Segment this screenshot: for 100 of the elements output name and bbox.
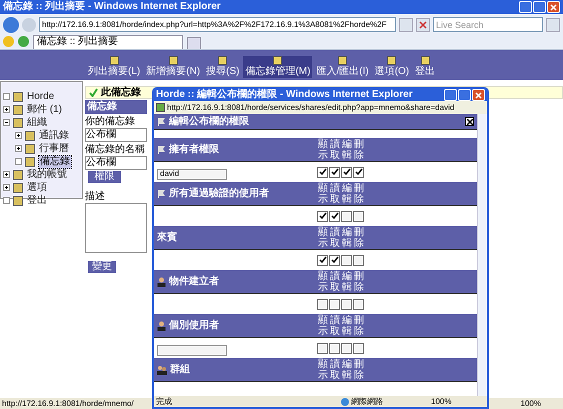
user-field[interactable] <box>157 344 227 356</box>
field-label: 描述 <box>85 191 106 203</box>
dialog-heading: 編輯公布欄的權限 <box>169 116 249 128</box>
text-field[interactable]: 公布欄 <box>85 128 147 142</box>
column-label: 顯示 <box>318 226 328 248</box>
text-field[interactable]: 公布欄 <box>85 156 147 170</box>
maximize-button[interactable] <box>533 1 546 13</box>
user-icon <box>157 320 166 330</box>
column-label: 讀取 <box>330 314 340 336</box>
address-field[interactable]: http://172.16.9.1:8081/horde/index.php?url=http%3A%2F%2F172.16.9.1%3A8081%2Fhorde%2F <box>39 17 396 32</box>
scrollbar[interactable] <box>477 114 487 396</box>
toolbar-item[interactable]: 列出摘要(L) <box>86 56 142 78</box>
tree-item[interactable]: 郵件 (1) <box>26 104 63 116</box>
checkbox[interactable] <box>353 254 364 266</box>
checkbox[interactable] <box>341 210 352 222</box>
note-icon <box>110 56 119 65</box>
checkbox[interactable] <box>329 342 340 354</box>
permissions-button[interactable]: 權限 <box>88 171 121 183</box>
toolbar-item[interactable]: 新增摘要(N) <box>144 56 202 78</box>
close-icon <box>466 118 472 124</box>
tree-item[interactable]: 行事曆 <box>38 142 70 154</box>
toolbar-item[interactable]: 備忘錄管理(M) <box>243 56 312 78</box>
minimize-button[interactable] <box>519 1 532 13</box>
column-label: 刪除 <box>354 270 364 292</box>
checkbox[interactable] <box>317 254 328 266</box>
popup-close-icon <box>475 92 482 98</box>
page-icon <box>156 103 165 112</box>
minimize-button[interactable] <box>444 89 457 101</box>
checkbox[interactable] <box>317 342 328 354</box>
zoom-level[interactable]: 100% <box>431 396 452 406</box>
tree-item[interactable]: Horde <box>26 90 56 102</box>
checkbox[interactable] <box>341 298 352 310</box>
section-title: 來賓 <box>157 232 177 244</box>
field-label: 備忘錄的名稱 <box>85 144 146 156</box>
toolbar-item[interactable]: 登出 <box>413 56 438 78</box>
user-field[interactable]: david <box>157 168 227 180</box>
tree-item[interactable]: 選項 <box>26 182 48 194</box>
column-label: 讀取 <box>330 270 340 292</box>
checkbox[interactable] <box>353 342 364 354</box>
maximize-button[interactable] <box>458 89 471 101</box>
expand-toggle[interactable] <box>15 145 22 152</box>
tree-item[interactable]: 我的帳號 <box>26 168 68 180</box>
status-url: http://172.16.9.1:8081/horde/mnemo/ <box>2 398 134 408</box>
field-label: 你的備忘錄 <box>85 116 136 128</box>
close-button[interactable] <box>465 117 474 126</box>
column-label: 編輯 <box>342 270 352 292</box>
flag-icon <box>157 117 166 126</box>
checkbox[interactable] <box>317 298 328 310</box>
save-button[interactable]: 變更 <box>88 261 116 273</box>
checkbox[interactable] <box>341 166 352 178</box>
column-label: 編輯 <box>342 182 352 204</box>
tree-item[interactable]: 組織 <box>26 116 48 128</box>
checkbox[interactable] <box>317 210 328 222</box>
column-label: 刪除 <box>354 314 364 336</box>
column-label: 讀取 <box>330 182 340 204</box>
checkbox[interactable] <box>329 254 340 266</box>
note-icon <box>387 56 396 65</box>
column-label: 刪除 <box>354 358 364 380</box>
checkbox[interactable] <box>353 210 364 222</box>
toolbar-item[interactable]: 選項(O) <box>372 56 412 78</box>
toolbar-item[interactable]: 搜尋(S) <box>204 56 242 78</box>
column-label: 顯示 <box>318 138 328 160</box>
stop-button[interactable] <box>416 18 430 32</box>
checkbox[interactable] <box>329 166 340 178</box>
browser-tab[interactable]: 備忘錄 :: 列出摘要 <box>33 35 183 49</box>
tree-item[interactable]: 通訊錄 <box>38 130 70 142</box>
globe-icon <box>341 398 349 406</box>
description-field[interactable] <box>85 203 147 253</box>
checkbox[interactable] <box>341 342 352 354</box>
note-icon <box>218 56 228 65</box>
note-icon <box>273 56 282 65</box>
status-text: 完成 <box>156 396 173 406</box>
section-title: 物件建立者 <box>169 276 219 288</box>
checkbox[interactable] <box>329 210 340 222</box>
expand-toggle[interactable] <box>3 184 10 191</box>
checkbox[interactable] <box>317 166 328 178</box>
column-label: 刪除 <box>354 138 364 160</box>
zoom-level[interactable]: 100% <box>520 398 541 408</box>
collapse-toggle[interactable] <box>3 119 10 126</box>
add-favorite-icon[interactable] <box>18 36 29 47</box>
checkbox[interactable] <box>341 254 352 266</box>
tree-item[interactable]: 登出 <box>26 194 48 206</box>
toolbar-item[interactable]: 匯入/匯出(I) <box>314 56 371 78</box>
checkbox[interactable] <box>353 298 364 310</box>
close-icon <box>550 4 557 10</box>
expand-toggle[interactable] <box>3 171 10 178</box>
back-button[interactable] <box>3 16 19 32</box>
checkbox[interactable] <box>329 298 340 310</box>
popup-title: Horde :: 編輯公布欄的權限 - Windows Internet Explorer <box>156 89 413 101</box>
column-label: 讀取 <box>330 358 340 380</box>
checkbox[interactable] <box>353 166 364 178</box>
column-label: 編輯 <box>342 138 352 160</box>
column-label: 讀取 <box>330 226 340 248</box>
note-icon <box>338 56 348 65</box>
tree-item[interactable]: 備忘錄 <box>38 154 72 168</box>
column-label: 顯示 <box>318 182 328 204</box>
note-icon <box>420 56 430 65</box>
expand-toggle[interactable] <box>15 132 22 139</box>
search-field[interactable]: Live Search <box>433 17 543 32</box>
expand-toggle[interactable] <box>3 106 10 113</box>
